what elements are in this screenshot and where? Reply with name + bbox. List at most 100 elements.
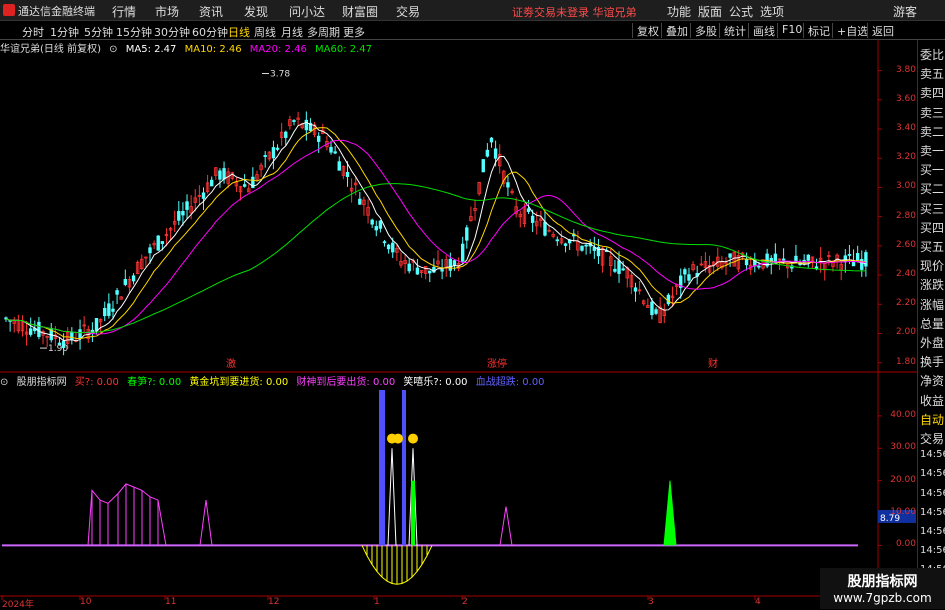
quote-panel-item[interactable]: 14:56	[920, 449, 945, 460]
candle-body	[201, 192, 206, 199]
candle-body	[428, 270, 432, 274]
candle-body	[107, 303, 111, 316]
main-chart-header: 华谊兄弟(日线 前复权) ⊙ MA5: 2.47 MA10: 2.46 MA20…	[0, 40, 377, 56]
quote-panel-item[interactable]: 买五	[920, 238, 944, 255]
price-annotation: 3.78	[270, 70, 290, 80]
ma10-label: MA10: 2.46	[184, 44, 242, 55]
candle-body	[489, 137, 494, 143]
quote-panel-item[interactable]: 卖三	[920, 104, 944, 121]
candle-body	[271, 147, 276, 159]
quote-panel-item[interactable]: 涨跌	[920, 276, 944, 293]
price-tick-label: 2.00	[895, 327, 916, 338]
candle-body	[345, 172, 350, 177]
candle-body	[543, 221, 547, 236]
ma60-label: MA60: 2.47	[315, 44, 373, 55]
fortune-spike	[499, 506, 513, 546]
quote-panel-item[interactable]: 委比	[920, 46, 944, 63]
date-label: 2024年	[2, 600, 34, 610]
date-label: 3	[648, 597, 654, 607]
candle-body	[358, 198, 362, 205]
candle-body	[621, 268, 625, 271]
candle-body	[156, 235, 160, 251]
candle-body	[526, 208, 531, 212]
quote-panel-item[interactable]: 14:56	[920, 545, 945, 556]
price-annotation: 1.90	[48, 344, 68, 354]
price-tick-label: 2.20	[895, 298, 916, 309]
candle-body	[111, 308, 115, 312]
quote-panel-item[interactable]: 14:56	[920, 507, 945, 518]
quote-panel-item[interactable]: 涨幅	[920, 296, 944, 313]
date-label: 1	[374, 597, 380, 607]
price-tick-label: 1.80	[895, 356, 916, 367]
quote-panel-item[interactable]: 14:56	[920, 468, 945, 479]
indicator-name: 股朋指标网	[16, 377, 67, 388]
candle-body	[391, 242, 395, 253]
candle-body	[304, 119, 309, 131]
candle-body	[115, 290, 119, 295]
stock-name: 华谊兄弟(日线 前复权)	[0, 44, 101, 55]
indicator-header: ⊙ 股朋指标网 买?: 0.00 春笋?: 0.00 黄金坑到要进货: 0.00…	[0, 373, 550, 389]
quote-panel-item[interactable]: 外盘	[920, 334, 944, 351]
candle-body	[177, 210, 181, 221]
quote-panel-item[interactable]: 买四	[920, 219, 944, 236]
candle-body	[654, 309, 658, 314]
candle-body	[28, 328, 33, 335]
fortune-spike	[199, 500, 213, 546]
candle-body	[333, 151, 337, 154]
price-tick-label: 3.00	[895, 181, 916, 192]
candle-body	[485, 149, 490, 157]
spring-spike	[663, 480, 677, 546]
ind-toggle-icon[interactable]: ⊙	[0, 377, 8, 388]
candle-body	[613, 268, 617, 272]
quote-panel-item[interactable]: 14:56	[920, 488, 945, 499]
ind-spring: 春笋?: 0.00	[127, 377, 182, 388]
candle-body	[242, 184, 247, 187]
candle-body	[222, 168, 226, 180]
quote-panel-item[interactable]: 买二	[920, 180, 944, 197]
quote-panel-item[interactable]: 买三	[920, 200, 944, 217]
quote-panel-item[interactable]: 卖五	[920, 65, 944, 82]
quote-panel-item[interactable]: 换手	[920, 353, 944, 370]
ma20-label: MA20: 2.46	[249, 44, 307, 55]
candle-body	[292, 120, 296, 122]
quote-panel-item[interactable]: 净资	[920, 372, 944, 389]
quote-panel-item[interactable]: 自动	[920, 411, 944, 428]
ind-tick-label: 30.00	[890, 442, 916, 453]
quote-panel-item[interactable]: 现价	[920, 257, 944, 274]
price-tick-label: 2.40	[895, 269, 916, 280]
quote-panel-item[interactable]: 卖二	[920, 123, 944, 140]
quote-panel-item[interactable]: 买一	[920, 161, 944, 178]
ind-tick-label: 40.00	[890, 409, 916, 420]
ma-toggle-icon[interactable]: ⊙	[109, 44, 117, 55]
candle-body	[530, 215, 535, 223]
quote-panel-item[interactable]: 14:56	[920, 526, 945, 537]
candle-body	[275, 147, 280, 150]
candle-body	[337, 161, 341, 171]
candle-body	[329, 146, 333, 153]
date-label: 2	[462, 597, 468, 607]
price-tick-label: 3.80	[895, 64, 916, 75]
candle-body	[370, 219, 374, 225]
candle-body	[617, 260, 621, 274]
quote-panel-item[interactable]: 卖一	[920, 142, 944, 159]
watermark-line2: www.7gpzb.com	[833, 591, 932, 605]
chart-canvas[interactable]: 8.793.781.90激 涨停财	[0, 0, 945, 609]
date-label: 11	[165, 597, 177, 607]
candle-body	[440, 269, 444, 272]
ind-buy: 买?: 0.00	[74, 377, 119, 388]
candle-body	[584, 244, 588, 247]
candle-body	[123, 278, 128, 285]
date-label: 10	[80, 597, 92, 607]
ind-smile: 笑嘻乐?: 0.00	[403, 377, 468, 388]
candle-body	[131, 275, 136, 282]
watermark-line1: 股朋指标网	[847, 574, 918, 590]
candle-body	[382, 241, 387, 244]
quote-panel-item[interactable]: 总量	[920, 315, 944, 332]
ind-tick-label: 0.00	[895, 539, 916, 550]
quote-panel-item[interactable]: 交易	[920, 430, 944, 447]
event-marker: 涨停	[487, 357, 507, 370]
smile-face-icon	[393, 433, 403, 444]
quote-panel-item[interactable]: 收益	[920, 392, 944, 409]
quote-panel[interactable]: 委比卖五卖四卖三卖二卖一买一买二买三买四买五现价涨跌涨幅总量外盘换手净资收益自动…	[917, 40, 945, 609]
quote-panel-item[interactable]: 卖四	[920, 84, 944, 101]
